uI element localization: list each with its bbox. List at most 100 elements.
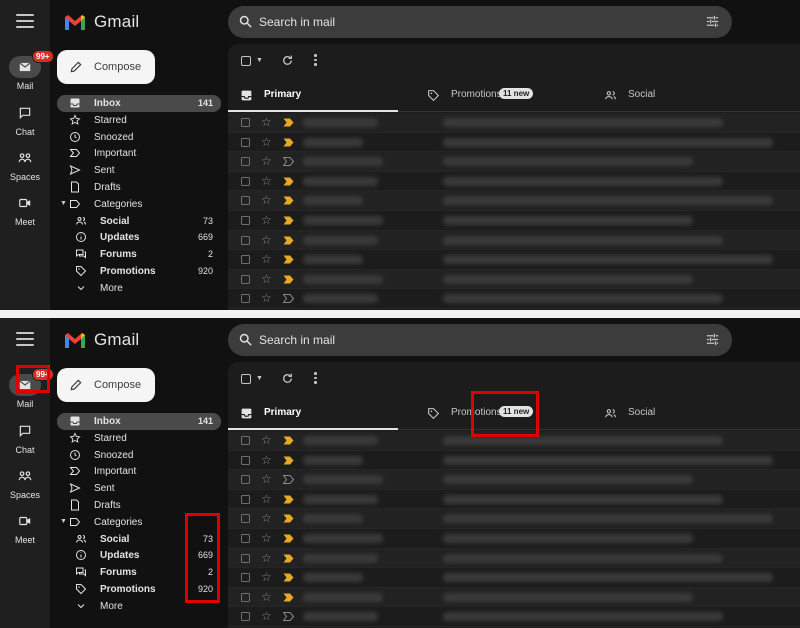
nav-starred[interactable]: Starred — [57, 430, 221, 447]
important-marker-icon[interactable] — [283, 255, 294, 264]
important-marker-icon[interactable] — [283, 236, 294, 245]
important-marker-icon[interactable] — [283, 275, 294, 284]
rail-chat[interactable]: Chat — [0, 420, 50, 455]
star-icon[interactable]: ☆ — [261, 453, 272, 467]
row-checkbox[interactable] — [241, 215, 250, 225]
row-checkbox[interactable] — [241, 455, 250, 465]
email-row[interactable]: ☆ — [228, 548, 800, 569]
tab-primary[interactable]: Primary — [228, 78, 398, 112]
nav-snoozed[interactable]: Snoozed — [57, 447, 221, 464]
gmail-logo[interactable]: Gmail — [64, 328, 139, 352]
important-marker-icon[interactable] — [283, 495, 294, 504]
star-icon[interactable]: ☆ — [261, 492, 272, 506]
important-marker-icon[interactable] — [283, 573, 294, 582]
more-options-icon[interactable] — [314, 54, 317, 68]
email-row[interactable]: ☆ — [228, 470, 800, 490]
important-marker-icon[interactable] — [283, 138, 294, 147]
tab-social[interactable]: Social — [592, 78, 762, 112]
email-row[interactable]: ☆ — [228, 490, 800, 510]
rail-meet[interactable]: Meet — [0, 510, 50, 545]
important-marker-icon[interactable] — [283, 475, 294, 485]
select-menu-icon[interactable]: ▼ — [256, 375, 263, 382]
nav-sent[interactable]: Sent — [57, 480, 221, 497]
row-checkbox[interactable] — [241, 255, 250, 265]
search-bar[interactable]: Search in mail — [228, 324, 732, 356]
row-checkbox[interactable] — [241, 176, 250, 186]
row-checkbox[interactable] — [241, 436, 250, 445]
select-all-checkbox[interactable] — [241, 374, 251, 384]
nav-social[interactable]: Social 73 — [57, 213, 221, 230]
row-checkbox[interactable] — [241, 494, 250, 504]
nav-more[interactable]: More — [57, 280, 221, 297]
important-marker-icon[interactable] — [283, 534, 294, 543]
email-row[interactable]: ☆ — [228, 587, 800, 608]
email-row[interactable]: ☆ — [228, 250, 800, 270]
email-row[interactable]: ☆ — [228, 230, 800, 251]
email-row[interactable]: ☆ — [228, 269, 800, 290]
important-marker-icon[interactable] — [283, 612, 294, 622]
nav-inbox[interactable]: Inbox 141 — [57, 413, 221, 430]
star-icon[interactable]: ☆ — [261, 511, 272, 525]
star-icon[interactable]: ☆ — [261, 115, 272, 129]
row-checkbox[interactable] — [241, 592, 250, 602]
nav-sent[interactable]: Sent — [57, 162, 221, 179]
nav-inbox[interactable]: Inbox 141 — [57, 95, 221, 112]
search-input[interactable]: Search in mail — [259, 333, 335, 347]
important-marker-icon[interactable] — [283, 196, 294, 205]
rail-spaces[interactable]: Spaces — [0, 465, 50, 500]
search-bar[interactable]: Search in mail — [228, 6, 732, 38]
row-checkbox[interactable] — [241, 612, 250, 622]
star-icon[interactable]: ☆ — [261, 154, 272, 168]
nav-categories[interactable]: ▼ Categories — [57, 196, 221, 213]
email-row[interactable]: ☆ — [228, 529, 800, 549]
row-checkbox[interactable] — [241, 514, 250, 524]
gmail-logo[interactable]: Gmail — [64, 10, 139, 34]
star-icon[interactable]: ☆ — [261, 433, 272, 447]
email-row[interactable]: ☆ — [228, 289, 800, 309]
star-icon[interactable]: ☆ — [261, 472, 272, 486]
select-all-checkbox[interactable] — [241, 56, 251, 66]
search-icon[interactable] — [238, 14, 253, 29]
rail-spaces[interactable]: Spaces — [0, 147, 50, 182]
row-checkbox[interactable] — [241, 573, 250, 583]
email-row[interactable]: ☆ — [228, 133, 800, 153]
select-menu-icon[interactable]: ▼ — [256, 57, 263, 64]
important-marker-icon[interactable] — [283, 554, 294, 563]
nav-promotions[interactable]: Promotions 920 — [57, 263, 221, 280]
search-icon[interactable] — [238, 332, 253, 347]
rail-meet[interactable]: Meet — [0, 192, 50, 227]
row-checkbox[interactable] — [241, 274, 250, 284]
more-options-icon[interactable] — [314, 372, 317, 386]
search-options-icon[interactable] — [705, 332, 720, 347]
nav-starred[interactable]: Starred — [57, 112, 221, 129]
nav-drafts[interactable]: Drafts — [57, 497, 221, 514]
nav-updates[interactable]: Updates 669 — [57, 229, 221, 246]
important-marker-icon[interactable] — [283, 593, 294, 602]
email-row[interactable]: ☆ — [228, 568, 800, 588]
refresh-icon[interactable] — [281, 372, 294, 385]
tab-primary[interactable]: Primary — [228, 396, 398, 430]
rail-chat[interactable]: Chat — [0, 102, 50, 137]
email-row[interactable]: ☆ — [228, 211, 800, 231]
email-row[interactable]: ☆ — [228, 509, 800, 529]
caret-down-icon[interactable]: ▼ — [60, 518, 67, 525]
star-icon[interactable]: ☆ — [261, 590, 272, 604]
nav-forums[interactable]: Forums 2 — [57, 246, 221, 263]
row-checkbox[interactable] — [241, 157, 250, 167]
row-checkbox[interactable] — [241, 235, 250, 245]
tab-social[interactable]: Social — [592, 396, 762, 430]
important-marker-icon[interactable] — [283, 177, 294, 186]
email-row[interactable]: ☆ — [228, 152, 800, 172]
row-checkbox[interactable] — [241, 553, 250, 563]
star-icon[interactable]: ☆ — [261, 252, 272, 266]
email-row[interactable]: ☆ — [228, 172, 800, 192]
star-icon[interactable]: ☆ — [261, 233, 272, 247]
star-icon[interactable]: ☆ — [261, 135, 272, 149]
important-marker-icon[interactable] — [283, 294, 294, 304]
row-checkbox[interactable] — [241, 137, 250, 147]
important-marker-icon[interactable] — [283, 216, 294, 225]
search-input[interactable]: Search in mail — [259, 15, 335, 29]
search-options-icon[interactable] — [705, 14, 720, 29]
email-row[interactable]: ☆ — [228, 607, 800, 627]
important-marker-icon[interactable] — [283, 157, 294, 167]
